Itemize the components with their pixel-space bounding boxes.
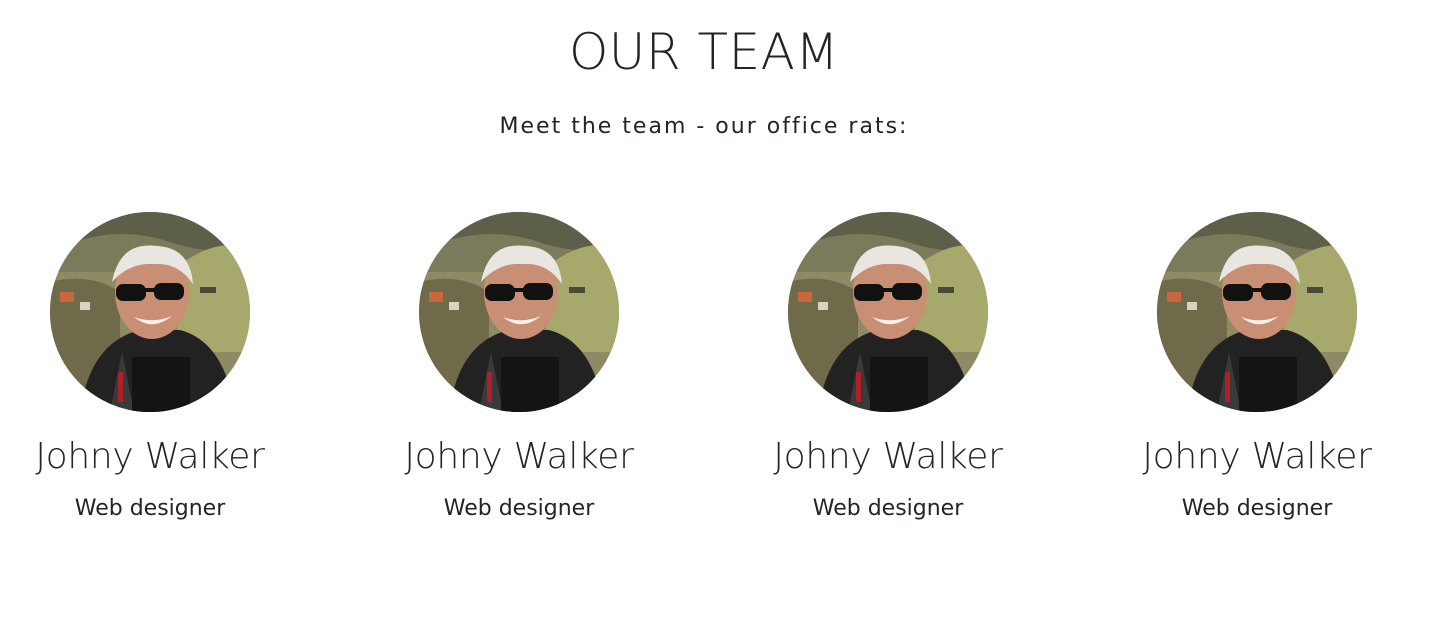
- member-avatar: [1157, 212, 1357, 412]
- member-name: Johny Walker: [773, 436, 1003, 477]
- member-role: Web designer: [1181, 496, 1333, 521]
- member-name: Johny Walker: [404, 436, 634, 477]
- team-member-card: Johny Walker Web designer: [1107, 212, 1407, 525]
- member-avatar: [50, 212, 250, 412]
- member-avatar: [788, 212, 988, 412]
- member-role: Web designer: [443, 496, 595, 521]
- team-member-card: Johny Walker Web designer: [738, 212, 1038, 525]
- team-member-card: Johny Walker Web designer: [0, 212, 300, 525]
- member-name: Johny Walker: [35, 436, 265, 477]
- page-title: OUR TEAM: [568, 23, 840, 81]
- member-name: Johny Walker: [1142, 436, 1372, 477]
- team-member-card: Johny Walker Web designer: [369, 212, 669, 525]
- member-avatar: [419, 212, 619, 412]
- team-grid: Johny Walker Web designer Johny Walker W…: [0, 212, 1408, 542]
- member-role: Web designer: [74, 496, 226, 521]
- member-role: Web designer: [812, 496, 964, 521]
- page-subtitle: Meet the team - our office rats:: [499, 114, 909, 139]
